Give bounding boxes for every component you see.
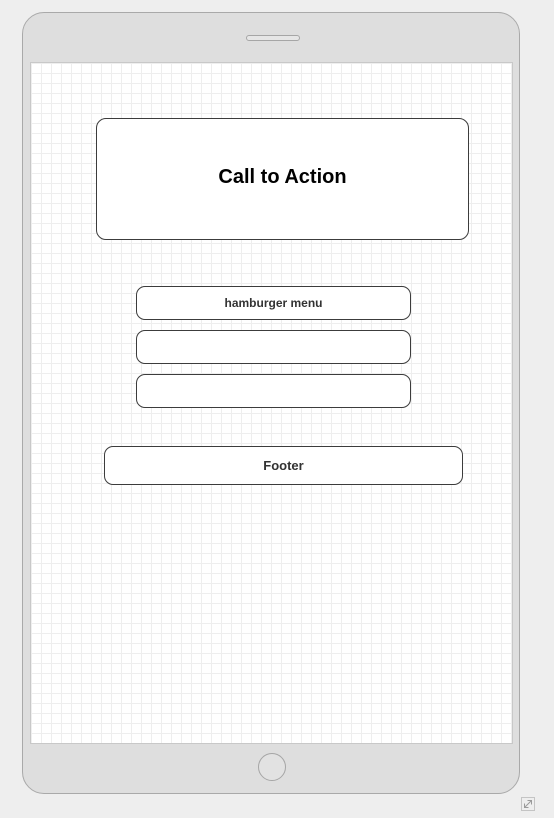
- footer-label: Footer: [263, 458, 304, 473]
- call-to-action-label: Call to Action: [218, 165, 347, 188]
- home-button-icon: [258, 753, 286, 781]
- call-to-action-box[interactable]: Call to Action: [96, 118, 469, 240]
- resize-icon[interactable]: [521, 797, 535, 811]
- menu-row-1[interactable]: hamburger menu: [136, 286, 411, 320]
- menu-row-1-label: hamburger menu: [224, 296, 323, 310]
- resize-icon-glyph: [521, 797, 535, 811]
- footer-box[interactable]: Footer: [104, 446, 463, 485]
- tablet-screen: Call to Action hamburger menu Footer: [30, 62, 513, 744]
- menu-row-2[interactable]: [136, 330, 411, 364]
- menu-row-3[interactable]: [136, 374, 411, 408]
- canvas: Call to Action hamburger menu Footer: [0, 0, 554, 818]
- speaker-icon: [246, 35, 300, 41]
